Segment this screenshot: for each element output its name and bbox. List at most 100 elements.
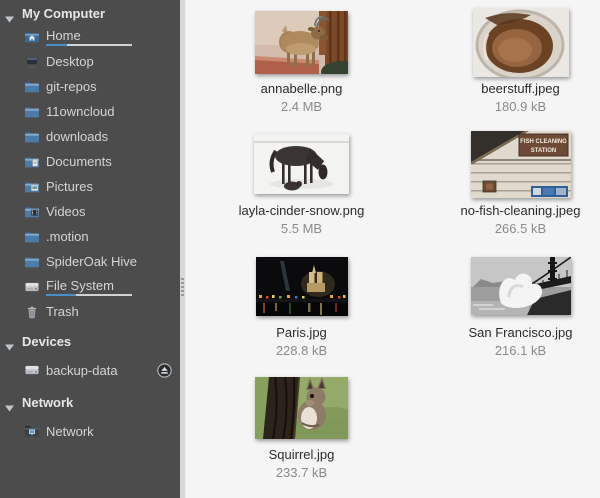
fish-cleaning-sign-thumbnail: FISH CLEANING STATION xyxy=(471,128,571,200)
sidebar-item-label-group: File System xyxy=(46,278,132,296)
paris-night-thumbnail xyxy=(256,250,348,322)
expander-down-icon[interactable] xyxy=(5,338,14,345)
folder-icon xyxy=(24,129,40,145)
pane-grip-icon xyxy=(181,278,184,296)
file-size: 233.7 kB xyxy=(276,465,327,480)
sidebar-item-motion[interactable]: .motion xyxy=(0,224,180,249)
sidebar-item-label: Trash xyxy=(46,304,79,319)
file-name: beerstuff.jpeg xyxy=(481,81,560,97)
sidebar-item-label: 11owncloud xyxy=(46,104,114,119)
file-size: 216.1 kB xyxy=(495,343,546,358)
sidebar-item-label-group: SpiderOak Hive xyxy=(46,254,137,269)
drive-icon xyxy=(24,362,40,378)
file-item-annabelle-png[interactable]: annabelle.png 2.4 MB xyxy=(192,0,411,122)
places-sidebar: My Computer Home Desktop git-repos 11own… xyxy=(0,0,180,498)
icon-grid: annabelle.png 2.4 MB beerstuff.jpeg 180.9 … xyxy=(186,0,600,488)
sidebar-section-label: Devices xyxy=(22,334,71,349)
sidebar-item-documents[interactable]: Documents xyxy=(0,149,180,174)
sidebar-item-label-group: Documents xyxy=(46,154,112,169)
file-item-layla-cinder-snow-png[interactable]: layla-cinder-snow.png 5.5 MB xyxy=(192,122,411,244)
sidebar-item-spideroak-hive[interactable]: SpiderOak Hive xyxy=(0,249,180,274)
sidebar-item-label: Network xyxy=(46,424,94,439)
file-item-squirrel-jpg[interactable]: Squirrel.jpg 233.7 kB xyxy=(192,366,411,488)
sidebar-item-label: downloads xyxy=(46,129,108,144)
jar-thumbnail xyxy=(473,6,569,78)
file-size: 266.5 kB xyxy=(495,221,546,236)
file-item-paris-jpg[interactable]: Paris.jpg 228.8 kB xyxy=(192,244,411,366)
sidebar-item-pictures[interactable]: Pictures xyxy=(0,174,180,199)
sidebar-item-videos[interactable]: Videos xyxy=(0,199,180,224)
sidebar-item-label: backup-data xyxy=(46,363,118,378)
file-size: 2.4 MB xyxy=(281,99,322,114)
goat-thumbnail xyxy=(255,6,348,78)
sidebar-item-label-group: Trash xyxy=(46,304,79,319)
file-view: annabelle.png 2.4 MB beerstuff.jpeg 180.9 … xyxy=(186,0,600,498)
file-name: annabelle.png xyxy=(261,81,343,97)
folder-icon xyxy=(24,79,40,95)
file-size: 180.9 kB xyxy=(495,99,546,114)
sidebar-item-label-group: 11owncloud xyxy=(46,104,114,119)
file-item-san-francisco-jpg[interactable]: San Francisco.jpg 216.1 kB xyxy=(411,244,600,366)
eject-button[interactable] xyxy=(157,363,172,378)
sidebar-item-home[interactable]: Home xyxy=(0,24,180,49)
sidebar-item-label-group: git-repos xyxy=(46,79,97,94)
file-size: 5.5 MB xyxy=(281,221,322,236)
sidebar-item-label: git-repos xyxy=(46,79,97,94)
sidebar-item-label: File System xyxy=(46,278,132,293)
file-item-no-fish-cleaning-jpeg[interactable]: FISH CLEANING STATION no-fish-cleaning.j… xyxy=(411,122,600,244)
expander-down-icon[interactable] xyxy=(5,399,14,406)
svg-text:FISH CLEANING: FISH CLEANING xyxy=(520,139,567,145)
sidebar-item-backup-data[interactable]: backup-data xyxy=(0,355,180,385)
file-name: no-fish-cleaning.jpeg xyxy=(461,203,581,219)
sidebar-item-network[interactable]: Network xyxy=(0,416,180,446)
trash-icon xyxy=(24,304,40,320)
folder-icon xyxy=(24,104,40,120)
folder-icon xyxy=(24,254,40,270)
sidebar-section-label: My Computer xyxy=(22,6,105,21)
pane-separator[interactable] xyxy=(180,0,186,498)
sidebar-item-label-group: Pictures xyxy=(46,179,93,194)
documents-folder-icon xyxy=(24,154,40,170)
sidebar-item-trash[interactable]: Trash xyxy=(0,299,180,324)
sidebar-section-header-my-computer[interactable]: My Computer xyxy=(0,2,180,24)
svg-text:STATION: STATION xyxy=(530,148,555,154)
disk-usage-bar xyxy=(46,294,132,296)
file-size: 228.8 kB xyxy=(276,343,327,358)
sidebar-item-label-group: downloads xyxy=(46,129,108,144)
sidebar-item-label: .motion xyxy=(46,229,89,244)
sidebar-section-header-devices[interactable]: Devices xyxy=(0,330,180,352)
sidebar-item-downloads[interactable]: downloads xyxy=(0,124,180,149)
drive-icon xyxy=(24,279,40,295)
expander-down-icon[interactable] xyxy=(5,10,14,17)
file-manager-window: My Computer Home Desktop git-repos 11own… xyxy=(0,0,600,498)
sidebar-item-git-repos[interactable]: git-repos xyxy=(0,74,180,99)
sidebar-item-desktop[interactable]: Desktop xyxy=(0,49,180,74)
sidebar-section-label: Network xyxy=(22,395,73,410)
sidebar-item-label: Home xyxy=(46,28,132,43)
sidebar-item-label: SpiderOak Hive xyxy=(46,254,137,269)
desktop-icon xyxy=(24,54,40,70)
videos-folder-icon xyxy=(24,204,40,220)
sidebar-item-label-group: Network xyxy=(46,424,94,439)
sidebar-item-label-group: Desktop xyxy=(46,54,94,69)
sidebar-item-label-group: Videos xyxy=(46,204,86,219)
file-name: layla-cinder-snow.png xyxy=(239,203,365,219)
sidebar-item-file-system[interactable]: File System xyxy=(0,274,180,299)
file-name: San Francisco.jpg xyxy=(468,325,572,341)
file-item-beerstuff-jpeg[interactable]: beerstuff.jpeg 180.9 kB xyxy=(411,0,600,122)
sidebar-item-label: Desktop xyxy=(46,54,94,69)
sidebar-item-label: Documents xyxy=(46,154,112,169)
squirrel-thumbnail xyxy=(255,372,348,444)
home-folder-icon xyxy=(24,29,40,45)
sidebar-item-11owncloud[interactable]: 11owncloud xyxy=(0,99,180,124)
disk-usage-bar xyxy=(46,44,132,46)
sidebar-section-header-network[interactable]: Network xyxy=(0,391,180,413)
folder-icon xyxy=(24,229,40,245)
sidebar-item-label: Videos xyxy=(46,204,86,219)
sidebar-item-label: Pictures xyxy=(46,179,93,194)
network-folder-icon xyxy=(24,423,40,439)
file-name: Paris.jpg xyxy=(276,325,327,341)
sidebar-item-label-group: Home xyxy=(46,28,132,46)
sidebar-item-label-group: .motion xyxy=(46,229,89,244)
file-name: Squirrel.jpg xyxy=(269,447,335,463)
